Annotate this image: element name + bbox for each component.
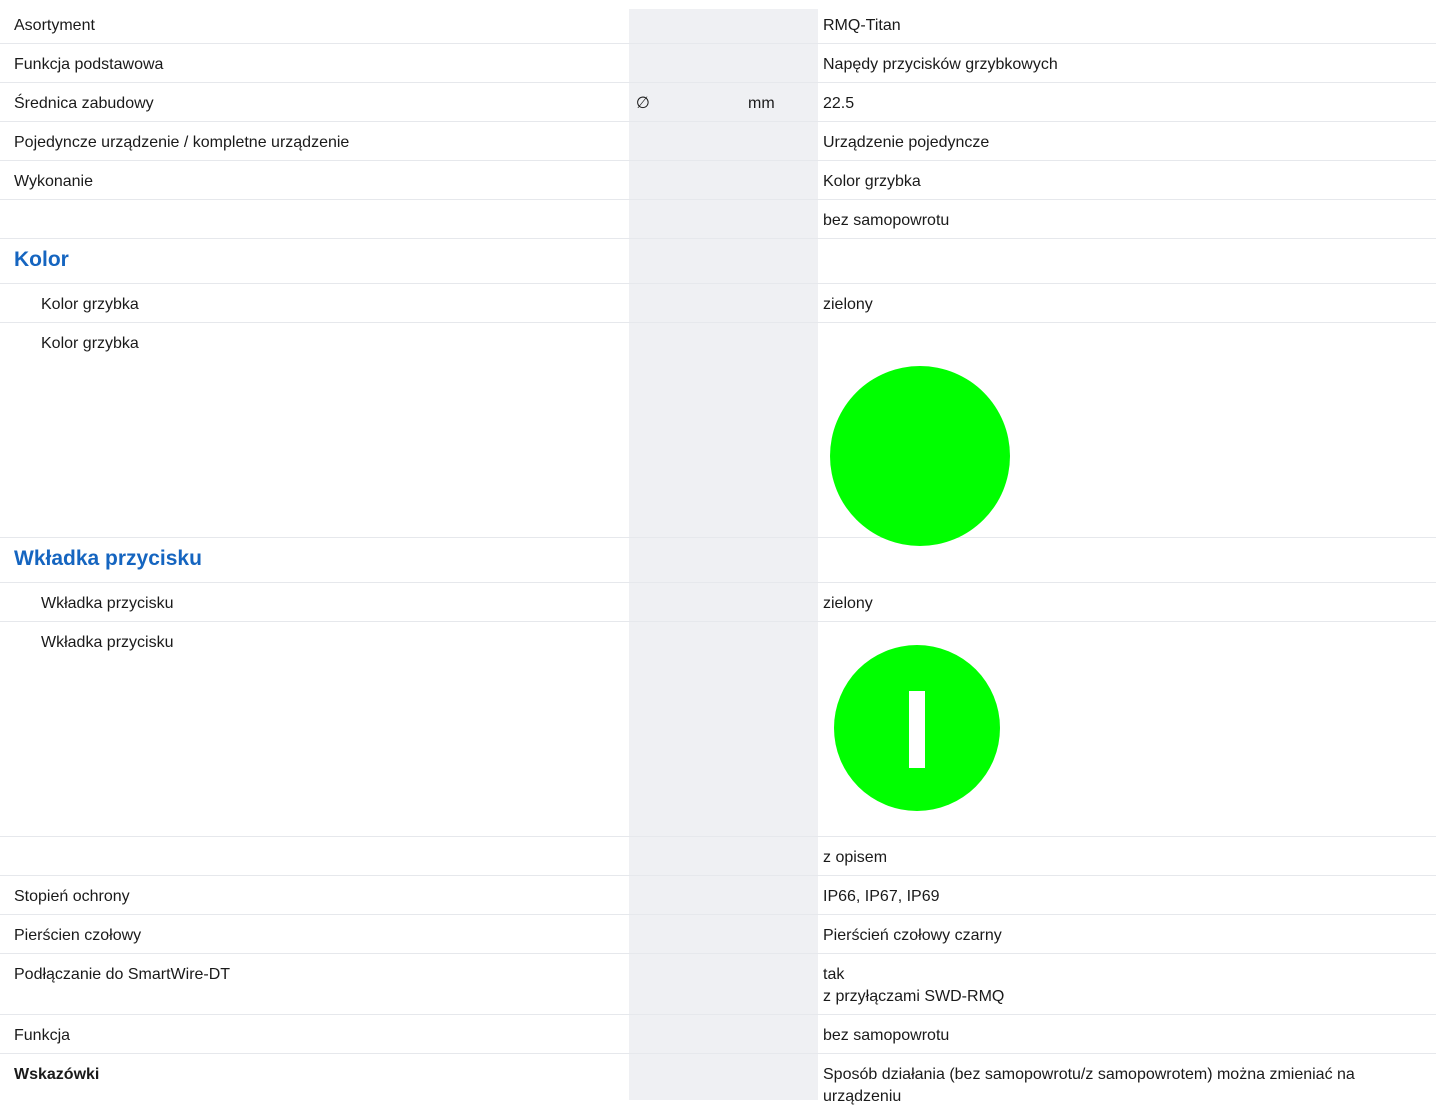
row-label: Kolor grzybka bbox=[41, 296, 139, 313]
section-kolor: Kolor bbox=[0, 239, 1436, 284]
row-value: 22.5 bbox=[823, 95, 855, 112]
row-value: Urządzenie pojedyncze bbox=[823, 134, 990, 151]
row-value: Sposób działania (bez samopowrotu/z samo… bbox=[823, 1066, 1355, 1105]
diameter-symbol: ∅ bbox=[636, 95, 650, 112]
row-label: Stopień ochrony bbox=[14, 888, 130, 905]
row-wykonanie: Wykonanie Kolor grzybka bbox=[0, 161, 1436, 200]
row-label: Wskazówki bbox=[14, 1066, 100, 1083]
spec-table: Asortyment RMQ-Titan Funkcja podstawowa … bbox=[0, 5, 1436, 1114]
row-label: Podłączanie do SmartWire-DT bbox=[14, 966, 231, 983]
unit-label: mm bbox=[748, 95, 775, 112]
row-label: Asortyment bbox=[14, 17, 95, 34]
row-label: Funkcja bbox=[14, 1027, 71, 1044]
row-value: bez samopowrotu bbox=[823, 1027, 950, 1044]
row-label: Funkcja podstawowa bbox=[14, 56, 164, 73]
row-value: IP66, IP67, IP69 bbox=[823, 888, 940, 905]
section-heading: Wkładka przycisku bbox=[14, 547, 202, 570]
row-funkcja: Funkcja bez samopowrotu bbox=[0, 1015, 1436, 1054]
row-label: Pierścien czołowy bbox=[14, 927, 142, 944]
row-value: Kolor grzybka bbox=[823, 173, 921, 190]
row-label: Wkładka przycisku bbox=[41, 634, 174, 651]
row-kolor-grzybka: Kolor grzybka zielony bbox=[0, 284, 1436, 323]
row-value: bez samopowrotu bbox=[823, 212, 950, 229]
row-label: Wkładka przycisku bbox=[41, 595, 174, 612]
row-smartwire: Podłączanie do SmartWire-DT tak z przyłą… bbox=[0, 954, 1436, 1015]
green-circle-swatch-icon bbox=[830, 366, 1010, 546]
row-value: zielony bbox=[823, 296, 873, 313]
row-value: Napędy przycisków grzybkowych bbox=[823, 56, 1058, 73]
row-z-opisem: z opisem bbox=[0, 837, 1436, 876]
section-heading: Kolor bbox=[14, 248, 69, 271]
row-pierscien-czolowy: Pierścien czołowy Pierścień czołowy czar… bbox=[0, 915, 1436, 954]
row-wkladka-image: Wkładka przycisku bbox=[0, 622, 1436, 837]
row-value: tak z przyłączami SWD-RMQ bbox=[823, 964, 1423, 1008]
row-value: Pierścień czołowy czarny bbox=[823, 927, 1002, 944]
row-wykonanie-cont: bez samopowrotu bbox=[0, 200, 1436, 239]
row-label: Kolor grzybka bbox=[41, 335, 139, 352]
row-stopien-ochrony: Stopień ochrony IP66, IP67, IP69 bbox=[0, 876, 1436, 915]
row-label: Średnica zabudowy bbox=[14, 95, 154, 112]
row-label: Wykonanie bbox=[14, 173, 94, 190]
row-kolor-grzybka-image: Kolor grzybka bbox=[0, 323, 1436, 546]
row-pojedyncze-urzadzenie: Pojedyncze urządzenie / kompletne urządz… bbox=[0, 122, 1436, 161]
green-on-button-icon bbox=[834, 645, 1000, 811]
row-value: zielony bbox=[823, 595, 873, 612]
row-funkcja-podstawowa: Funkcja podstawowa Napędy przycisków grz… bbox=[0, 44, 1436, 83]
value-line: tak bbox=[823, 966, 845, 983]
value-line: z przyłączami SWD-RMQ bbox=[823, 988, 1005, 1005]
row-srednica-zabudowy: Średnica zabudowy ∅ mm 22.5 bbox=[0, 83, 1436, 122]
section-wkladka: Wkładka przycisku bbox=[0, 538, 1436, 583]
row-wkladka-przycisku: Wkładka przycisku zielony bbox=[0, 583, 1436, 622]
row-value: RMQ-Titan bbox=[823, 17, 901, 34]
row-value: z opisem bbox=[823, 849, 888, 866]
row-wskazowki: Wskazówki Sposób działania (bez samopowr… bbox=[0, 1054, 1436, 1114]
row-label: Pojedyncze urządzenie / kompletne urządz… bbox=[14, 134, 350, 151]
row-asortyment: Asortyment RMQ-Titan bbox=[0, 5, 1436, 44]
